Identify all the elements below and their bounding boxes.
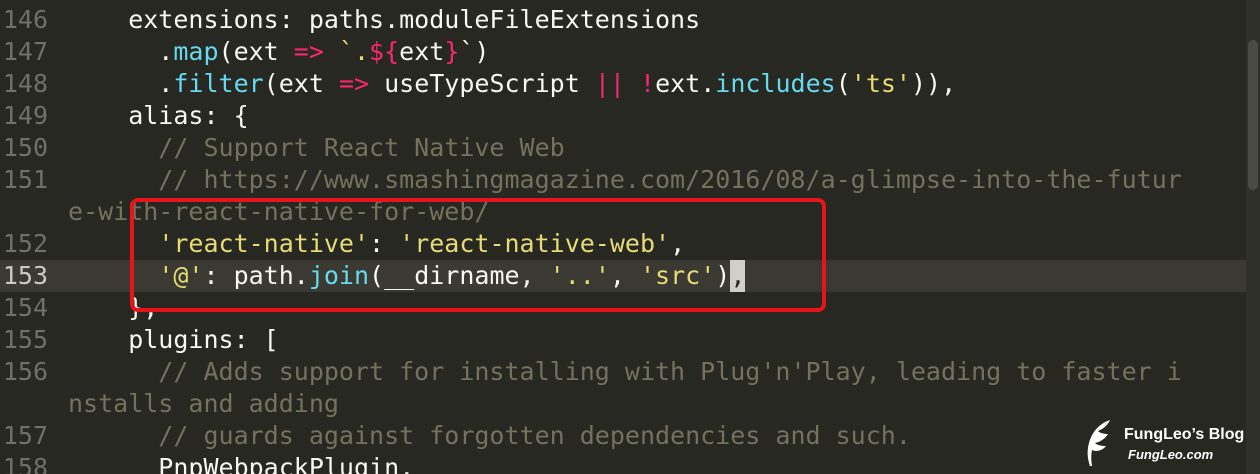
code-line[interactable]: 147 .map(ext => `.${ext}`): [0, 36, 1260, 68]
line-number: 146: [2, 5, 48, 34]
vertical-scrollbar[interactable]: [1246, 0, 1260, 474]
code-token: !: [640, 69, 656, 98]
code-token: .: [68, 69, 174, 98]
code-token: map: [173, 37, 219, 66]
code-text: alias: {: [68, 100, 249, 132]
code-line[interactable]: 156 // Adds support for installing with …: [0, 356, 1260, 388]
code-token: .: [68, 37, 174, 66]
code-text: plugins: [: [68, 324, 279, 356]
watermark-title: FungLeo’s Blog: [1124, 426, 1245, 443]
code-line[interactable]: 158 PnpWebpackPlugin,: [0, 452, 1260, 474]
code-editor[interactable]: 146 extensions: paths.moduleFileExtensio…: [0, 0, 1260, 474]
code-token: extensions: paths.moduleFileExtensions: [68, 5, 701, 34]
code-text: // guards against forgotten dependencies…: [68, 420, 911, 452]
code-line[interactable]: 150 // Support React Native Web: [0, 132, 1260, 164]
code-token: )),: [910, 69, 957, 98]
code-token: includes: [715, 69, 836, 98]
line-number: 149: [2, 101, 48, 130]
code-token: =>: [338, 69, 370, 98]
code-line[interactable]: 151 // https://www.smashingmagazine.com/…: [0, 164, 1260, 196]
highlight-annotation-box: [130, 198, 826, 312]
line-number: 157: [2, 421, 48, 450]
code-token: useTypeScript: [369, 69, 595, 98]
code-line[interactable]: 149 alias: {: [0, 100, 1260, 132]
code-token: ext.: [655, 69, 716, 98]
code-line[interactable]: nstalls and adding: [0, 388, 1260, 420]
feather-icon: [1087, 420, 1110, 466]
line-number: 152: [2, 229, 48, 258]
code-token: }: [444, 37, 460, 66]
code-token: alias: {: [68, 101, 249, 130]
code-line[interactable]: 157 // guards against forgotten dependen…: [0, 420, 1260, 452]
code-token: // Adds support for installing with Plug…: [68, 357, 1182, 386]
code-token: (ext: [263, 69, 339, 98]
line-number: 150: [2, 133, 48, 162]
line-number: 154: [2, 293, 48, 322]
code-token: 'ts': [850, 69, 911, 98]
code-token: // guards against forgotten dependencies…: [68, 421, 911, 450]
scrollbar-thumb[interactable]: [1248, 40, 1258, 190]
code-line[interactable]: 146 extensions: paths.moduleFileExtensio…: [0, 4, 1260, 36]
code-text: // https://www.smashingmagazine.com/2016…: [68, 164, 1182, 196]
code-text: PnpWebpackPlugin,: [68, 452, 414, 474]
code-text: // Adds support for installing with Plug…: [68, 356, 1182, 388]
watermark-subtitle: FungLeo.com: [1128, 447, 1214, 462]
code-token: =>: [293, 37, 324, 66]
code-token: `): [459, 37, 490, 66]
code-token: (: [835, 69, 851, 98]
code-line[interactable]: 155 plugins: [: [0, 324, 1260, 356]
code-token: `.: [323, 37, 370, 66]
code-text: .filter(ext => useTypeScript || !ext.inc…: [68, 68, 956, 100]
line-number: 153: [2, 261, 48, 290]
blog-watermark: FungLeo’s Blog FungLeo.com: [1082, 418, 1258, 472]
code-line[interactable]: 148 .filter(ext => useTypeScript || !ext…: [0, 68, 1260, 100]
code-token: plugins: [: [68, 325, 279, 354]
line-number: 148: [2, 69, 48, 98]
code-token: // Support React Native Web: [68, 133, 565, 162]
code-token: nstalls and adding: [68, 389, 339, 418]
code-token: ||: [594, 69, 625, 98]
code-token: (ext: [218, 37, 294, 66]
line-number: 147: [2, 37, 48, 66]
code-token: ${: [369, 37, 400, 66]
code-text: // Support React Native Web: [68, 132, 565, 164]
line-number: 155: [2, 325, 48, 354]
code-text: extensions: paths.moduleFileExtensions: [68, 4, 700, 36]
code-token: filter: [173, 69, 264, 98]
line-number: 158: [2, 453, 48, 474]
code-text: nstalls and adding: [68, 388, 339, 420]
line-number: 156: [2, 357, 48, 386]
code-token: // https://www.smashingmagazine.com/2016…: [68, 165, 1182, 194]
line-number: 151: [2, 165, 48, 194]
code-token: PnpWebpackPlugin,: [68, 453, 415, 474]
code-token: ext: [399, 37, 445, 66]
code-text: .map(ext => `.${ext}`): [68, 36, 489, 68]
